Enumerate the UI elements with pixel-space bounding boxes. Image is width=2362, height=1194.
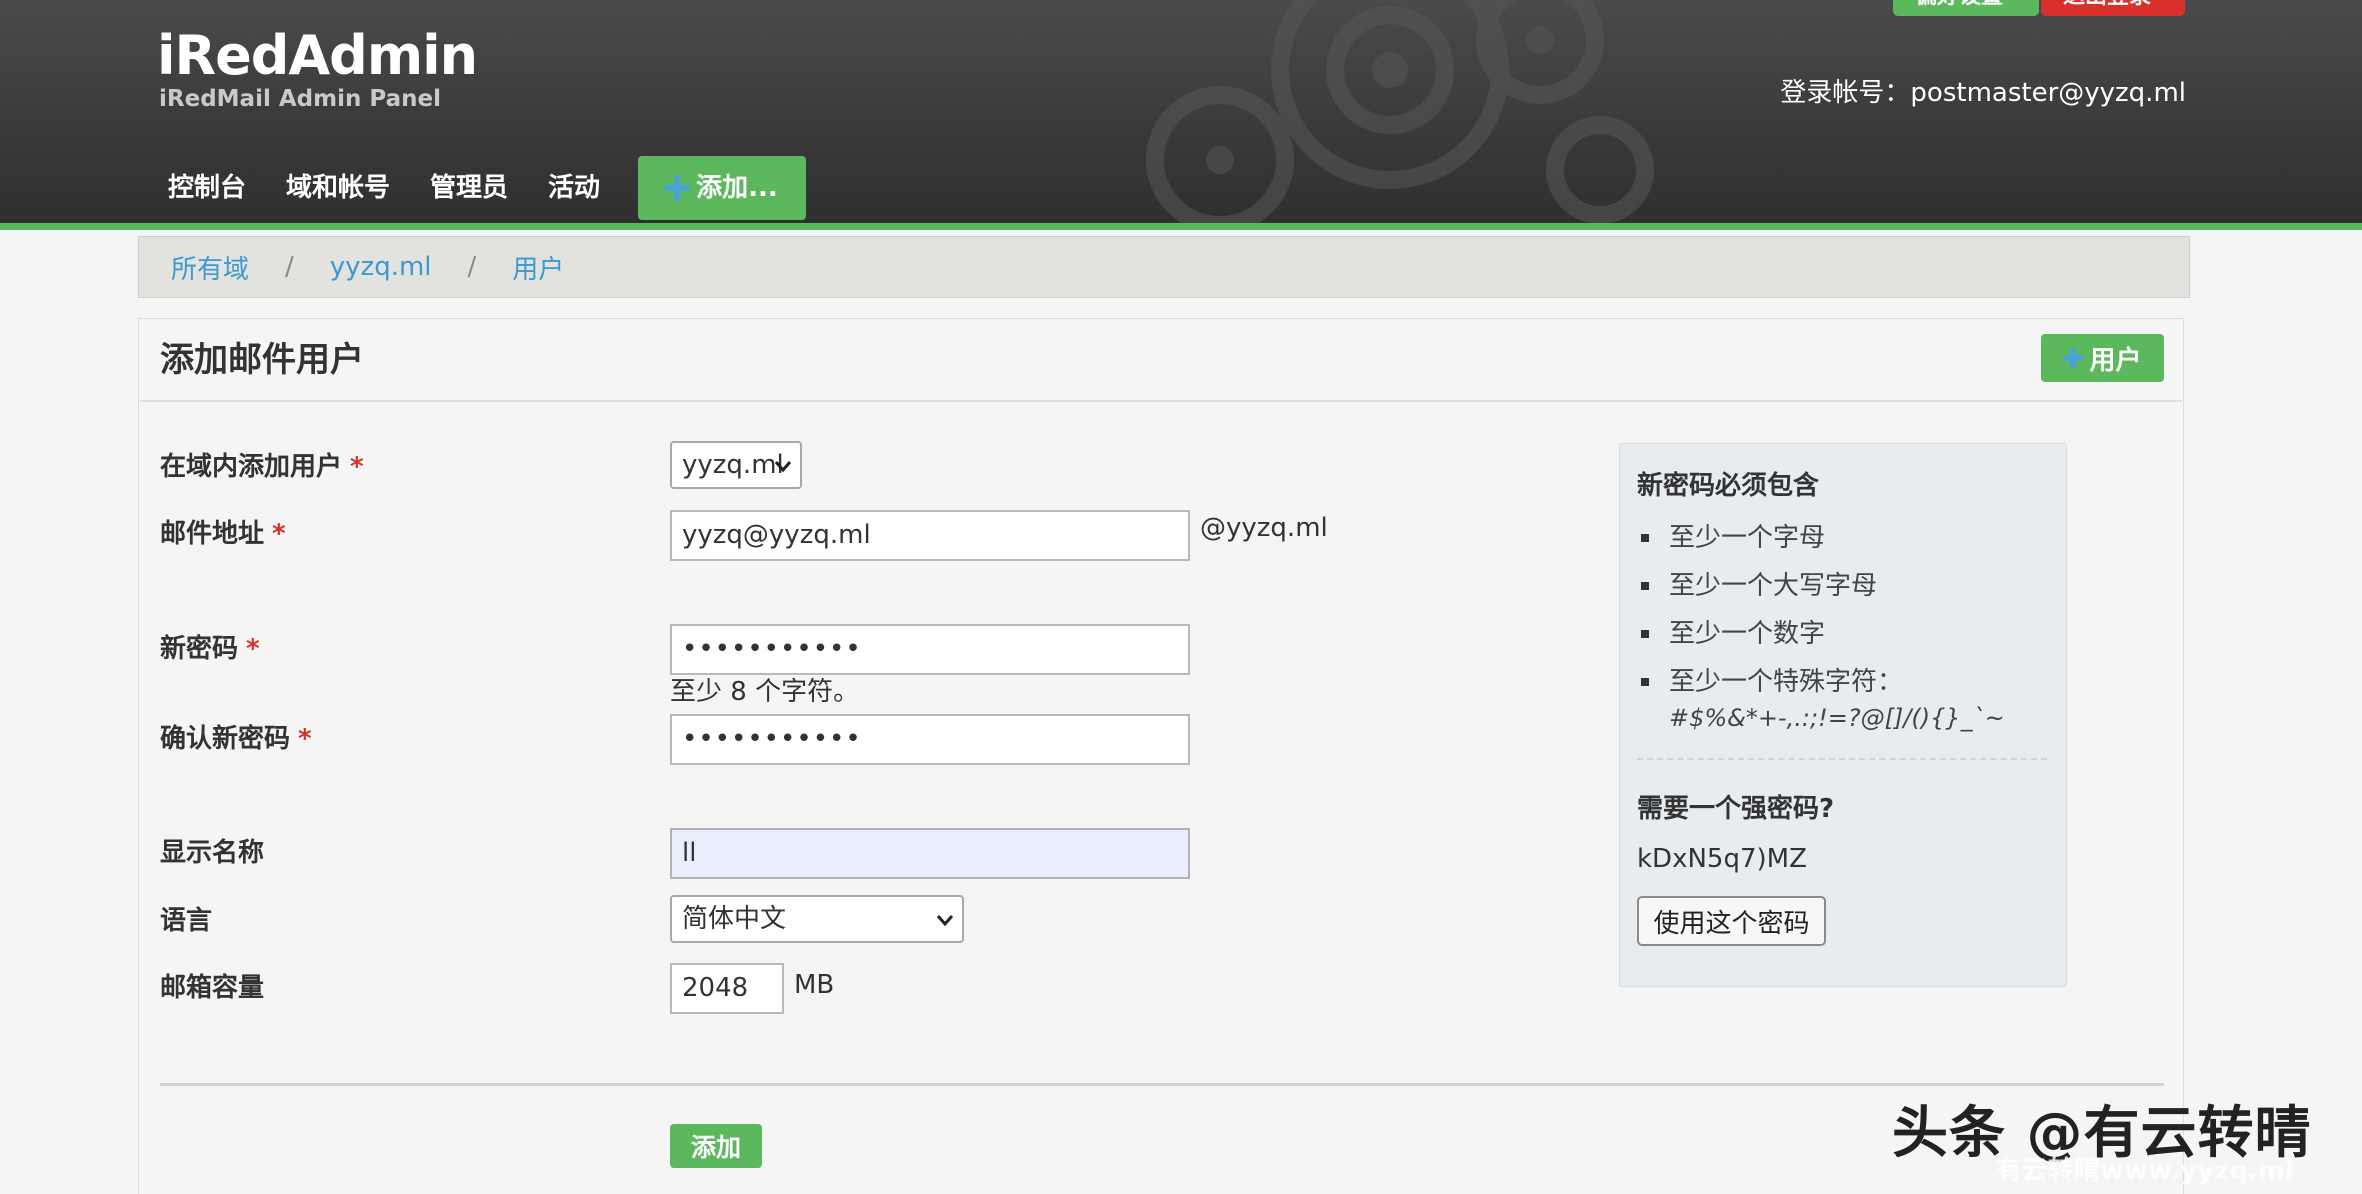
top-header: iRedAdmin iRedMail Admin Panel 偏好设置 退出登录… — [0, 0, 2362, 230]
domain-label-text: 在域内添加用户 — [160, 452, 343, 482]
nav-add-button[interactable]: 添加... — [638, 156, 806, 220]
list-item: 至少一个大写字母 — [1637, 566, 1903, 614]
confirm-password-field[interactable]: ••••••••••• — [670, 714, 1190, 765]
preferences-button[interactable]: 偏好设置 — [1893, 0, 2039, 16]
generated-password: kDxN5q7)MZ — [1637, 844, 1807, 874]
form-divider — [160, 1083, 2164, 1086]
required-mark: * — [246, 634, 260, 664]
confirm-password-label-text: 确认新密码 — [160, 724, 291, 754]
email-domain-suffix: @yyzq.ml — [1200, 513, 1328, 543]
login-account-info: 登录帐号：postmaster@yyzq.ml — [1780, 78, 2186, 108]
password-label-text: 新密码 — [160, 634, 239, 664]
strong-password-title: 需要一个强密码? — [1637, 794, 1835, 824]
watermark-sub: 有云转晴www.yyzq.ml — [1996, 1156, 2294, 1186]
plus-icon — [664, 175, 691, 201]
password-rules-title: 新密码必须包含 — [1637, 471, 1820, 501]
breadcrumb-users[interactable]: 用户 — [512, 249, 564, 286]
list-item: 至少一个特殊字符： — [1637, 662, 1903, 710]
domain-select[interactable]: yyzq.ml — [670, 441, 802, 489]
confirm-password-label: 确认新密码 * — [160, 718, 312, 755]
display-name-field[interactable]: ll — [670, 828, 1190, 879]
quota-field[interactable]: 2048 — [670, 963, 784, 1014]
display-name-label: 显示名称 — [160, 838, 265, 868]
list-item: 至少一个字母 — [1637, 518, 1903, 566]
nav-domains-accounts[interactable]: 域和帐号 — [266, 156, 410, 220]
gears-background-icon — [1146, 0, 1654, 230]
panel-divider — [140, 400, 2182, 402]
breadcrumb: 所有域 / yyzq.ml / 用户 — [138, 236, 2190, 298]
nav-dashboard[interactable]: 控制台 — [148, 156, 266, 220]
breadcrumb-all-domains[interactable]: 所有域 — [171, 249, 249, 286]
email-label: 邮件地址 * — [160, 513, 286, 550]
submit-add-button[interactable]: 添加 — [670, 1124, 762, 1168]
breadcrumb-domain[interactable]: yyzq.ml — [330, 252, 432, 282]
list-item: 至少一个数字 — [1637, 614, 1903, 662]
page-title: 添加邮件用户 — [160, 340, 364, 380]
email-field[interactable]: yyzq@yyzq.ml — [670, 510, 1190, 561]
password-rules-list: 至少一个字母 至少一个大写字母 至少一个数字 至少一个特殊字符： — [1637, 518, 1903, 710]
nav-activities[interactable]: 活动 — [528, 156, 620, 220]
required-mark: * — [272, 519, 286, 549]
nav-admins[interactable]: 管理员 — [410, 156, 528, 220]
domain-select-value: yyzq.ml — [682, 450, 784, 480]
required-mark: * — [298, 724, 312, 754]
use-password-button[interactable]: 使用这个密码 — [1637, 896, 1826, 946]
plus-icon — [2063, 348, 2084, 368]
dashed-divider — [1637, 758, 2047, 760]
language-select-value: 简体中文 — [682, 904, 787, 934]
language-label: 语言 — [160, 906, 213, 936]
special-characters: #$%&*+-,.:;!=?@[]/(){}_`~ — [1669, 704, 2005, 732]
password-label: 新密码 * — [160, 628, 260, 665]
logout-button[interactable]: 退出登录 — [2041, 0, 2185, 16]
quota-unit: MB — [794, 970, 835, 1000]
password-hint: 至少 8 个字符。 — [670, 677, 860, 707]
add-user-button-label: 用户 — [2089, 345, 2142, 376]
app-logo-title[interactable]: iRedAdmin — [157, 24, 478, 87]
breadcrumb-separator: / — [467, 252, 477, 282]
add-user-button[interactable]: 用户 — [2041, 334, 2164, 382]
app-logo-subtitle: iRedMail Admin Panel — [159, 86, 441, 112]
main-nav: 控制台 域和帐号 管理员 活动 添加... — [148, 156, 806, 220]
password-field[interactable]: ••••••••••• — [670, 624, 1190, 675]
language-select[interactable]: 简体中文 — [670, 895, 964, 943]
quota-label: 邮箱容量 — [160, 973, 265, 1003]
nav-add-label: 添加... — [696, 173, 778, 203]
chevron-down-icon — [936, 915, 954, 927]
required-mark: * — [350, 452, 364, 482]
email-label-text: 邮件地址 — [160, 519, 265, 549]
domain-label: 在域内添加用户 * — [160, 446, 364, 483]
breadcrumb-separator: / — [285, 252, 294, 282]
chevron-down-icon — [774, 461, 792, 473]
